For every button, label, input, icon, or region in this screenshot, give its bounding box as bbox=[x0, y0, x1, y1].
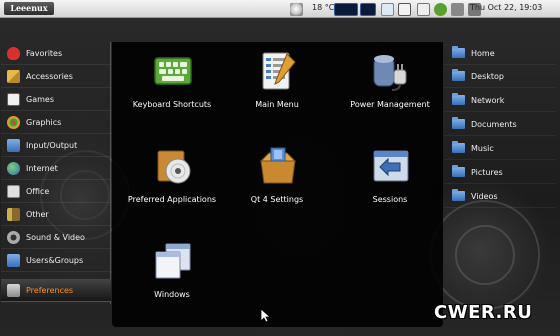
network-monitor-icon[interactable] bbox=[360, 2, 376, 16]
category-label: Internet bbox=[26, 163, 58, 173]
category-label: Accessories bbox=[26, 71, 73, 81]
app-label: Sessions bbox=[372, 195, 408, 204]
cpu-monitor-icon[interactable] bbox=[334, 2, 358, 16]
wallpaper-swirl bbox=[455, 225, 515, 285]
folder-icon bbox=[452, 117, 465, 129]
app-power-management[interactable]: Power Management bbox=[330, 50, 450, 110]
keyboard-icon bbox=[154, 57, 192, 85]
category-label: Favorites bbox=[26, 48, 63, 58]
folder-icon bbox=[452, 189, 465, 201]
windows-icon bbox=[155, 243, 191, 279]
clock[interactable]: Thu Oct 22, 19:03 bbox=[470, 3, 542, 12]
place-label: Documents bbox=[471, 119, 517, 129]
place-label: Network bbox=[471, 95, 505, 105]
category-label: Office bbox=[26, 186, 50, 196]
category-users-groups[interactable]: Users&Groups bbox=[1, 249, 111, 272]
folder-icon bbox=[452, 141, 465, 153]
place-documents[interactable]: Documents bbox=[444, 113, 556, 136]
folder-icon bbox=[452, 165, 465, 177]
place-music[interactable]: Music bbox=[444, 137, 556, 160]
app-label: Qt 4 Settings bbox=[250, 195, 304, 204]
top-panel: Leeenux 18 °C Thu Oct 22, 19:03 bbox=[0, 0, 560, 18]
category-input-output[interactable]: Input/Output bbox=[1, 134, 111, 157]
places-list: Home Desktop Network Documents Music Pic… bbox=[444, 42, 556, 212]
place-network[interactable]: Network bbox=[444, 89, 556, 112]
place-home[interactable]: Home bbox=[444, 42, 556, 65]
category-list: Favorites Accessories Games Graphics Inp… bbox=[1, 42, 111, 304]
place-label: Home bbox=[471, 48, 495, 58]
category-preferences[interactable]: Preferences bbox=[1, 279, 111, 302]
accessories-icon bbox=[7, 69, 20, 83]
globe-icon bbox=[7, 161, 20, 175]
app-label: Keyboard Shortcuts bbox=[132, 100, 212, 109]
place-label: Pictures bbox=[471, 167, 503, 177]
distro-logo[interactable]: Leeenux bbox=[4, 2, 54, 15]
power-plug-icon bbox=[373, 55, 407, 91]
menu-editor-icon bbox=[262, 52, 296, 90]
system-tray bbox=[334, 2, 481, 16]
system-tray-left bbox=[290, 2, 303, 16]
category-label: Sound & Video bbox=[26, 232, 85, 242]
folder-icon bbox=[452, 69, 465, 81]
cards-icon bbox=[7, 92, 20, 106]
app-preferred-applications[interactable]: Preferred Applications bbox=[112, 145, 232, 205]
folder-icon bbox=[7, 138, 20, 152]
network-icon[interactable] bbox=[434, 2, 447, 16]
category-internet[interactable]: Internet bbox=[1, 157, 111, 180]
office-icon bbox=[7, 184, 20, 198]
folder-icon bbox=[7, 253, 20, 267]
app-sessions[interactable]: Sessions bbox=[330, 145, 450, 205]
app-label: Power Management bbox=[350, 100, 430, 109]
category-label: Input/Output bbox=[26, 140, 78, 150]
qt-box-icon bbox=[259, 147, 297, 184]
app-keyboard-shortcuts[interactable]: Keyboard Shortcuts bbox=[112, 50, 232, 110]
category-office[interactable]: Office bbox=[1, 180, 111, 203]
category-label: Graphics bbox=[26, 117, 62, 127]
category-label: Games bbox=[26, 94, 54, 104]
notes-icon[interactable] bbox=[381, 2, 394, 16]
category-accessories[interactable]: Accessories bbox=[1, 65, 111, 88]
app-qt4-settings[interactable]: Qt 4 Settings bbox=[217, 145, 337, 205]
speaker-icon bbox=[7, 230, 20, 244]
watermark: CWER.RU bbox=[434, 302, 533, 323]
folder-icon bbox=[452, 46, 465, 58]
app-label: Preferred Applications bbox=[127, 195, 217, 204]
category-label: Users&Groups bbox=[26, 255, 84, 265]
app-label: Windows bbox=[154, 290, 190, 299]
heart-icon bbox=[7, 46, 20, 60]
place-label: Desktop bbox=[471, 71, 504, 81]
tools-icon bbox=[7, 207, 20, 221]
weather-temperature[interactable]: 18 °C bbox=[312, 3, 334, 12]
category-games[interactable]: Games bbox=[1, 88, 111, 111]
place-label: Music bbox=[471, 143, 494, 153]
place-videos[interactable]: Videos bbox=[444, 185, 556, 208]
calendar-icon[interactable] bbox=[398, 2, 411, 16]
preferences-icon bbox=[7, 283, 20, 297]
category-label: Preferences bbox=[26, 285, 74, 295]
category-graphics[interactable]: Graphics bbox=[1, 111, 111, 134]
app-label: Main Menu bbox=[255, 100, 299, 109]
category-other[interactable]: Other bbox=[1, 203, 111, 226]
place-label: Videos bbox=[471, 191, 498, 201]
category-sound-video[interactable]: Sound & Video bbox=[1, 226, 111, 249]
palette-icon bbox=[7, 115, 20, 129]
category-favorites[interactable]: Favorites bbox=[1, 42, 111, 65]
app-main-menu[interactable]: Main Menu bbox=[217, 50, 337, 110]
wireless-icon[interactable] bbox=[451, 2, 464, 16]
preferred-apps-icon bbox=[157, 150, 191, 184]
mouse-pointer-icon bbox=[261, 309, 271, 323]
mail-icon[interactable] bbox=[417, 2, 430, 16]
application-grid: Keyboard Shortcuts Main Menu Power Manag… bbox=[112, 42, 443, 327]
sessions-icon bbox=[373, 150, 409, 182]
category-label: Other bbox=[26, 209, 49, 219]
folder-icon bbox=[452, 93, 465, 105]
app-windows[interactable]: Windows bbox=[112, 240, 232, 300]
place-pictures[interactable]: Pictures bbox=[444, 161, 556, 184]
place-desktop[interactable]: Desktop bbox=[444, 65, 556, 88]
weather-icon[interactable] bbox=[290, 2, 303, 16]
